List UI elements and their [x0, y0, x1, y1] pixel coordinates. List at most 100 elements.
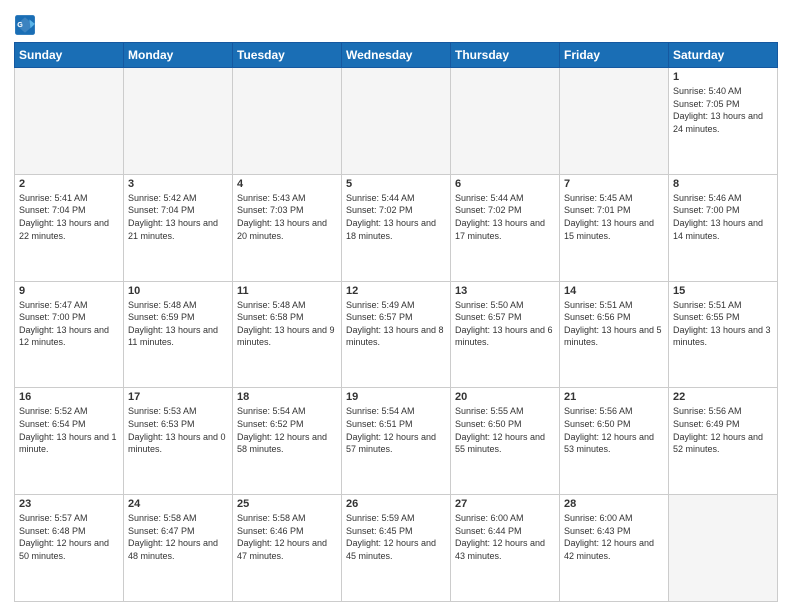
- day-cell: 26 Sunrise: 5:59 AMSunset: 6:45 PMDayligh…: [342, 495, 451, 602]
- day-info: Sunrise: 6:00 AMSunset: 6:44 PMDaylight:…: [455, 512, 555, 562]
- day-number: 23: [19, 498, 119, 510]
- day-cell: [124, 68, 233, 175]
- day-cell: 27 Sunrise: 6:00 AMSunset: 6:44 PMDayligh…: [451, 495, 560, 602]
- day-info: Sunrise: 5:48 AMSunset: 6:59 PMDaylight:…: [128, 299, 228, 349]
- day-number: 15: [673, 285, 773, 297]
- day-number: 20: [455, 391, 555, 403]
- day-cell: 18Sunrise: 5:54 AMSunset: 6:52 PMDayligh…: [233, 388, 342, 495]
- day-number: 24: [128, 498, 228, 510]
- day-cell: [560, 68, 669, 175]
- col-header-friday: Friday: [560, 43, 669, 68]
- day-number: 3: [128, 178, 228, 190]
- day-number: 22: [673, 391, 773, 403]
- day-number: 14: [564, 285, 664, 297]
- day-info: Sunrise: 5:44 AMSunset: 7:02 PMDaylight:…: [455, 192, 555, 242]
- day-cell: 12 Sunrise: 5:49 AMSunset: 6:57 PMDayligh…: [342, 281, 451, 388]
- day-number: 16: [19, 391, 119, 403]
- day-info: Sunrise: 5:56 AMSunset: 6:50 PMDaylight:…: [564, 405, 664, 455]
- day-info: Sunrise: 5:48 AMSunset: 6:58 PMDaylight:…: [237, 299, 337, 349]
- day-number: 8: [673, 178, 773, 190]
- day-cell: 9 Sunrise: 5:47 AMSunset: 7:00 PMDaylight…: [15, 281, 124, 388]
- day-cell: 1 Sunrise: 5:40 AMSunset: 7:05 PMDaylight…: [669, 68, 778, 175]
- day-cell: 8 Sunrise: 5:46 AMSunset: 7:00 PMDaylight…: [669, 174, 778, 281]
- day-cell: 16 Sunrise: 5:52 AMSunset: 6:54 PMDayligh…: [15, 388, 124, 495]
- day-cell: [342, 68, 451, 175]
- col-header-monday: Monday: [124, 43, 233, 68]
- col-header-tuesday: Tuesday: [233, 43, 342, 68]
- day-number: 13: [455, 285, 555, 297]
- day-number: 2: [19, 178, 119, 190]
- day-cell: 21Sunrise: 5:56 AMSunset: 6:50 PMDayligh…: [560, 388, 669, 495]
- day-number: 6: [455, 178, 555, 190]
- day-info: Sunrise: 5:59 AMSunset: 6:45 PMDaylight:…: [346, 512, 446, 562]
- day-number: 10: [128, 285, 228, 297]
- day-info: Sunrise: 5:58 AMSunset: 6:47 PMDaylight:…: [128, 512, 228, 562]
- day-cell: 25 Sunrise: 5:58 AMSunset: 6:46 PMDayligh…: [233, 495, 342, 602]
- week-row-4: 16 Sunrise: 5:52 AMSunset: 6:54 PMDayligh…: [15, 388, 778, 495]
- col-header-wednesday: Wednesday: [342, 43, 451, 68]
- calendar: SundayMondayTuesdayWednesdayThursdayFrid…: [14, 42, 778, 602]
- day-info: Sunrise: 5:51 AMSunset: 6:55 PMDaylight:…: [673, 299, 773, 349]
- day-cell: 11 Sunrise: 5:48 AMSunset: 6:58 PMDayligh…: [233, 281, 342, 388]
- day-cell: 2 Sunrise: 5:41 AMSunset: 7:04 PMDaylight…: [15, 174, 124, 281]
- day-info: Sunrise: 5:44 AMSunset: 7:02 PMDaylight:…: [346, 192, 446, 242]
- day-info: Sunrise: 5:43 AMSunset: 7:03 PMDaylight:…: [237, 192, 337, 242]
- day-info: Sunrise: 5:46 AMSunset: 7:00 PMDaylight:…: [673, 192, 773, 242]
- day-info: Sunrise: 5:53 AMSunset: 6:53 PMDaylight:…: [128, 405, 228, 455]
- day-number: 11: [237, 285, 337, 297]
- week-row-1: 1 Sunrise: 5:40 AMSunset: 7:05 PMDaylight…: [15, 68, 778, 175]
- day-number: 25: [237, 498, 337, 510]
- col-header-sunday: Sunday: [15, 43, 124, 68]
- day-cell: [669, 495, 778, 602]
- day-number: 28: [564, 498, 664, 510]
- day-cell: [15, 68, 124, 175]
- page: G SundayMondayTuesdayWednesdayThursdayFr…: [0, 0, 792, 612]
- day-cell: 4 Sunrise: 5:43 AMSunset: 7:03 PMDaylight…: [233, 174, 342, 281]
- day-info: Sunrise: 5:55 AMSunset: 6:50 PMDaylight:…: [455, 405, 555, 455]
- day-number: 9: [19, 285, 119, 297]
- day-cell: 24 Sunrise: 5:58 AMSunset: 6:47 PMDayligh…: [124, 495, 233, 602]
- day-cell: 23 Sunrise: 5:57 AMSunset: 6:48 PMDayligh…: [15, 495, 124, 602]
- day-cell: 7 Sunrise: 5:45 AMSunset: 7:01 PMDaylight…: [560, 174, 669, 281]
- day-cell: [451, 68, 560, 175]
- calendar-header-row: SundayMondayTuesdayWednesdayThursdayFrid…: [15, 43, 778, 68]
- day-info: Sunrise: 5:40 AMSunset: 7:05 PMDaylight:…: [673, 85, 773, 135]
- day-cell: 3 Sunrise: 5:42 AMSunset: 7:04 PMDaylight…: [124, 174, 233, 281]
- day-info: Sunrise: 5:54 AMSunset: 6:52 PMDaylight:…: [237, 405, 337, 455]
- svg-text:G: G: [17, 21, 23, 29]
- header: G: [14, 10, 778, 36]
- day-cell: 13Sunrise: 5:50 AMSunset: 6:57 PMDayligh…: [451, 281, 560, 388]
- week-row-3: 9 Sunrise: 5:47 AMSunset: 7:00 PMDaylight…: [15, 281, 778, 388]
- day-cell: 5 Sunrise: 5:44 AMSunset: 7:02 PMDaylight…: [342, 174, 451, 281]
- week-row-2: 2 Sunrise: 5:41 AMSunset: 7:04 PMDaylight…: [15, 174, 778, 281]
- logo-icon: G: [14, 14, 36, 36]
- day-cell: 28 Sunrise: 6:00 AMSunset: 6:43 PMDayligh…: [560, 495, 669, 602]
- day-number: 12: [346, 285, 446, 297]
- day-info: Sunrise: 5:41 AMSunset: 7:04 PMDaylight:…: [19, 192, 119, 242]
- col-header-thursday: Thursday: [451, 43, 560, 68]
- day-number: 27: [455, 498, 555, 510]
- day-info: Sunrise: 5:56 AMSunset: 6:49 PMDaylight:…: [673, 405, 773, 455]
- day-cell: 20 Sunrise: 5:55 AMSunset: 6:50 PMDayligh…: [451, 388, 560, 495]
- day-info: Sunrise: 5:45 AMSunset: 7:01 PMDaylight:…: [564, 192, 664, 242]
- day-number: 26: [346, 498, 446, 510]
- week-row-5: 23 Sunrise: 5:57 AMSunset: 6:48 PMDayligh…: [15, 495, 778, 602]
- day-cell: 19 Sunrise: 5:54 AMSunset: 6:51 PMDayligh…: [342, 388, 451, 495]
- day-info: Sunrise: 5:52 AMSunset: 6:54 PMDaylight:…: [19, 405, 119, 455]
- day-info: Sunrise: 6:00 AMSunset: 6:43 PMDaylight:…: [564, 512, 664, 562]
- day-number: 7: [564, 178, 664, 190]
- day-number: 5: [346, 178, 446, 190]
- day-info: Sunrise: 5:51 AMSunset: 6:56 PMDaylight:…: [564, 299, 664, 349]
- day-info: Sunrise: 5:47 AMSunset: 7:00 PMDaylight:…: [19, 299, 119, 349]
- day-info: Sunrise: 5:49 AMSunset: 6:57 PMDaylight:…: [346, 299, 446, 349]
- day-info: Sunrise: 5:42 AMSunset: 7:04 PMDaylight:…: [128, 192, 228, 242]
- day-info: Sunrise: 5:54 AMSunset: 6:51 PMDaylight:…: [346, 405, 446, 455]
- day-number: 1: [673, 71, 773, 83]
- day-number: 19: [346, 391, 446, 403]
- day-cell: [233, 68, 342, 175]
- col-header-saturday: Saturday: [669, 43, 778, 68]
- day-cell: 14 Sunrise: 5:51 AMSunset: 6:56 PMDayligh…: [560, 281, 669, 388]
- day-info: Sunrise: 5:57 AMSunset: 6:48 PMDaylight:…: [19, 512, 119, 562]
- day-number: 4: [237, 178, 337, 190]
- day-info: Sunrise: 5:58 AMSunset: 6:46 PMDaylight:…: [237, 512, 337, 562]
